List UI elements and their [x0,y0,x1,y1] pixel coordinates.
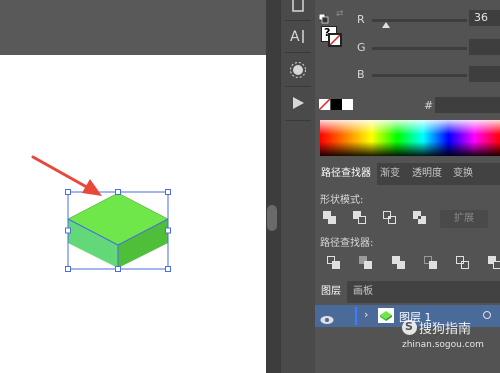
divider [285,120,311,121]
intersect-button[interactable] [383,211,397,225]
r-slider-thumb[interactable] [382,22,390,28]
minus-front-button[interactable] [353,211,367,225]
b-slider-track[interactable] [372,74,467,77]
panel-icon-strip: A [280,0,316,373]
fill-stroke-swap-icon[interactable] [318,9,329,24]
artwork-svg [31,155,171,272]
divide-button[interactable] [327,256,341,270]
b-value-field[interactable] [469,66,500,82]
swap-arrows-icon[interactable]: ⇄ [336,9,344,19]
tab-layers[interactable]: 图层 [315,281,347,303]
r-channel-label: R [357,13,365,26]
exclude-button[interactable] [413,211,427,225]
eye-icon[interactable] [320,310,334,329]
expand-button[interactable]: 扩展 [440,210,488,228]
g-channel-label: G [357,41,366,54]
shape-modes-label: 形状模式: [320,195,364,206]
vertical-scrollbar[interactable] [266,0,280,373]
unite-button[interactable] [323,211,337,225]
play-icon[interactable] [286,91,310,115]
r-value-field[interactable]: 36 [469,10,500,26]
watermark-logo: S [402,320,417,335]
watermark-brand: 搜狗指南 [419,322,472,337]
g-slider-track[interactable] [372,47,467,50]
none-swatch[interactable] [319,99,330,110]
tab-pathfinder[interactable]: 路径查找器 [315,163,377,185]
stroke-color-box[interactable] [328,33,342,47]
black-swatch[interactable] [331,99,342,110]
tab-gradient[interactable]: 渐变 [377,163,403,185]
divider [285,52,311,53]
canvas-top-pasteboard [0,0,266,55]
watermark-url: zhinan.sogou.com [402,340,484,350]
target-circle-icon[interactable] [483,311,491,319]
minus-back-button[interactable] [488,256,500,270]
color-spectrum[interactable] [320,120,500,156]
tab-transform[interactable]: 变换 [449,163,477,185]
document-icon[interactable] [286,0,310,18]
crop-button[interactable] [424,256,438,270]
divider [285,20,311,21]
white-swatch[interactable] [342,99,353,110]
trim-button[interactable] [359,256,373,270]
tab-artboards[interactable]: 画板 [349,281,377,303]
layer-thumbnail [378,308,394,323]
chevron-right-icon[interactable]: › [364,308,368,321]
layer-color-bar [355,307,357,325]
tab-transparency[interactable]: 透明度 [408,163,446,185]
outline-button[interactable] [456,256,470,270]
sun-icon[interactable] [286,58,310,82]
pathfinders-label: 路径查找器: [320,238,374,249]
svg-text:A: A [290,29,300,44]
b-channel-label: B [357,68,365,81]
hex-value-field[interactable] [435,97,500,113]
g-value-field[interactable] [469,39,500,55]
artboard[interactable] [0,55,266,373]
merge-button[interactable] [392,256,406,270]
type-icon[interactable]: A [286,24,310,48]
divider [285,86,311,87]
hex-label: # [424,99,434,112]
scrollbar-thumb[interactable] [267,205,277,231]
